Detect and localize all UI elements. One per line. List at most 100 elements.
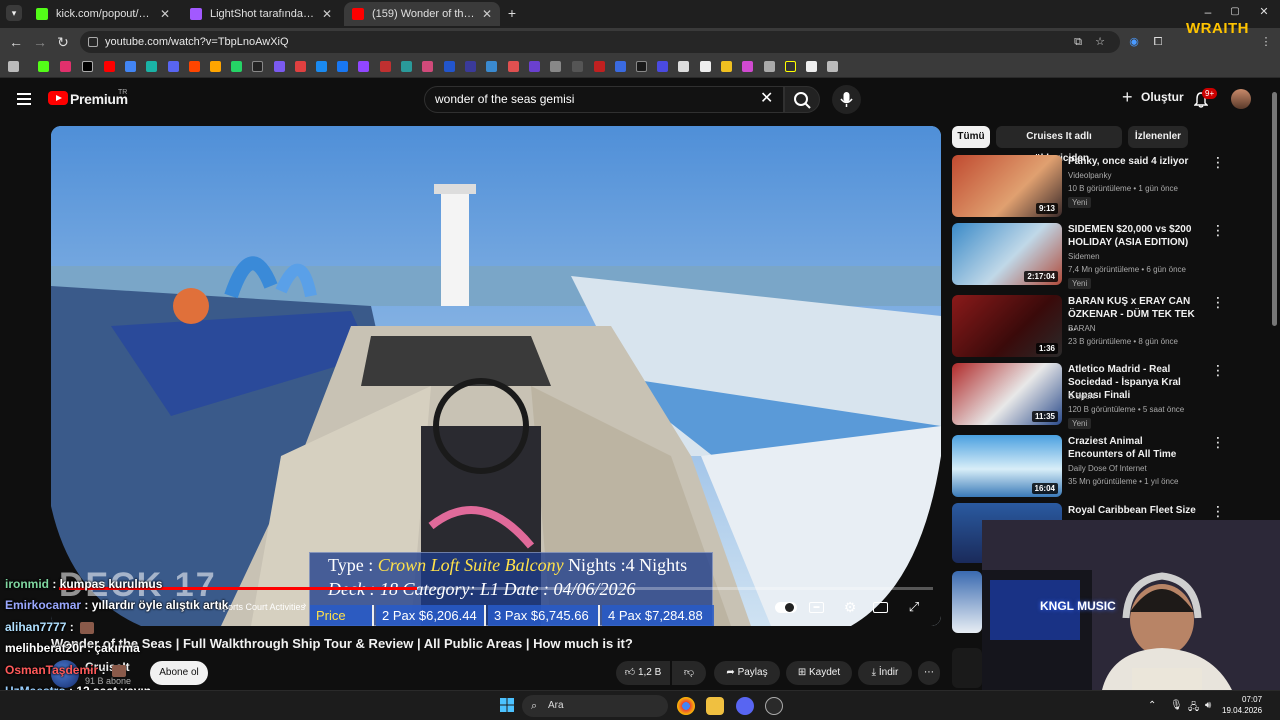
- bookmark-whatsapp-icon[interactable]: [231, 61, 242, 72]
- like-button[interactable]: 👍︎ 1,2 B: [616, 661, 670, 685]
- recommendation-channel[interactable]: Videolpanky: [1068, 171, 1111, 180]
- new-tab-icon[interactable]: +: [504, 5, 520, 21]
- tab-youtube[interactable]: (159) Wonder of the Seas | Full... ✕: [344, 2, 500, 26]
- more-actions-icon[interactable]: ⋯: [918, 661, 940, 685]
- extensions-puzzle-icon[interactable]: ⧠: [1151, 35, 1165, 49]
- chip-all[interactable]: Tümü: [952, 126, 990, 148]
- extension-shield-icon[interactable]: ◉: [1127, 35, 1141, 49]
- autoplay-toggle[interactable]: [775, 602, 797, 613]
- site-info-icon[interactable]: [88, 37, 98, 47]
- bookmark-icon[interactable]: [827, 61, 838, 72]
- show-hidden-icons[interactable]: ⌃: [1148, 700, 1156, 711]
- create-button[interactable]: Oluştur: [1141, 90, 1184, 104]
- windows-start-icon[interactable]: [500, 698, 514, 712]
- bookmark-icon[interactable]: [422, 61, 433, 72]
- recommendation-channel[interactable]: BARAN: [1068, 324, 1096, 333]
- bookmark-icon[interactable]: [316, 61, 327, 72]
- chrome-taskbar-icon[interactable]: [677, 697, 695, 715]
- bookmark-x-icon[interactable]: [82, 61, 93, 72]
- bookmark-icon[interactable]: [550, 61, 561, 72]
- apps-grid-icon[interactable]: [8, 61, 19, 72]
- taskbar-search[interactable]: ⌕ Ara: [522, 695, 668, 717]
- save-button[interactable]: ⊞ Kaydet: [786, 661, 852, 685]
- subtitles-icon[interactable]: ▬: [809, 602, 824, 613]
- bookmark-icon[interactable]: [572, 61, 583, 72]
- close-window-icon[interactable]: ✕: [1256, 4, 1272, 20]
- recommendation-channel[interactable]: Sidemen: [1068, 252, 1100, 261]
- bookmark-icon[interactable]: [380, 61, 391, 72]
- volume-icon[interactable]: 🔊︎: [1205, 700, 1211, 711]
- page-scrollbar[interactable]: [1272, 92, 1277, 326]
- more-options-icon[interactable]: ⋮: [1211, 294, 1225, 311]
- recommendation-thumbnail[interactable]: [952, 571, 982, 633]
- reload-icon[interactable]: ↻: [55, 34, 71, 50]
- more-options-icon[interactable]: ⋮: [1211, 434, 1225, 451]
- close-tab-icon[interactable]: ✕: [482, 7, 492, 21]
- recommendation-channel[interactable]: Daily Dose Of Internet: [1068, 464, 1147, 473]
- close-tab-icon[interactable]: ✕: [322, 7, 332, 21]
- recommendation-thumbnail[interactable]: 9:13: [952, 155, 1062, 217]
- bookmark-icon[interactable]: [146, 61, 157, 72]
- chevron-right-icon[interactable]: ›: [303, 600, 306, 611]
- video-player[interactable]: DECK 17 Type : Crown Loft Suite Balcony …: [51, 126, 941, 626]
- bookmark-twitch-icon[interactable]: [358, 61, 369, 72]
- bookmark-icon[interactable]: [615, 61, 626, 72]
- bookmark-icon[interactable]: [465, 61, 476, 72]
- voice-search-button[interactable]: [832, 85, 861, 114]
- bookmark-google-icon[interactable]: [125, 61, 136, 72]
- bookmark-icon[interactable]: [168, 61, 179, 72]
- clear-search-icon[interactable]: ✕: [760, 88, 773, 108]
- maximize-window-icon[interactable]: ▢: [1227, 4, 1243, 20]
- bookmark-icon[interactable]: [529, 61, 540, 72]
- settings-gear-icon[interactable]: ⚙: [841, 600, 859, 614]
- tab-search-button[interactable]: ▾: [6, 5, 22, 21]
- discord-taskbar-icon[interactable]: [736, 697, 754, 715]
- recommendation-channel[interactable]: S Sport: [1068, 392, 1095, 401]
- bookmark-icon[interactable]: [594, 61, 605, 72]
- bookmark-icon[interactable]: [636, 61, 647, 72]
- account-avatar[interactable]: [1231, 89, 1251, 109]
- microphone-tray-icon[interactable]: 🎙︎: [1170, 700, 1183, 711]
- bookmark-icon[interactable]: [486, 61, 497, 72]
- bookmark-icon[interactable]: [700, 61, 711, 72]
- recommendation-thumbnail[interactable]: 16:04: [952, 435, 1062, 497]
- back-icon[interactable]: ←: [8, 34, 24, 50]
- recommendation-thumbnail[interactable]: 11:35: [952, 363, 1062, 425]
- download-button[interactable]: ⤓ İndir: [858, 661, 912, 685]
- bookmark-icon[interactable]: [806, 61, 817, 72]
- chapter-title[interactable]: Sports Court Activities: [217, 602, 305, 612]
- bookmark-facebook-icon[interactable]: [337, 61, 348, 72]
- more-options-icon[interactable]: ⋮: [1211, 362, 1225, 379]
- install-app-icon[interactable]: ⧉: [1071, 35, 1085, 49]
- bookmark-icon[interactable]: [657, 61, 668, 72]
- chip-from-uploader[interactable]: Cruises It adlı yükleyiciden: [996, 126, 1122, 164]
- more-options-icon[interactable]: ⋮: [1211, 154, 1225, 171]
- bookmark-youtube-icon[interactable]: [104, 61, 115, 72]
- bookmark-star-icon[interactable]: ☆: [1093, 35, 1107, 49]
- recommendation-thumbnail[interactable]: [952, 648, 982, 688]
- subscribe-button[interactable]: Abone ol: [150, 661, 208, 685]
- bookmark-icon[interactable]: [764, 61, 775, 72]
- address-bar[interactable]: youtube.com/watch?v=TbpLnoAwXiQ: [80, 31, 1120, 53]
- file-explorer-icon[interactable]: [706, 697, 724, 715]
- more-options-icon[interactable]: ⋮: [1211, 503, 1225, 520]
- system-clock[interactable]: 07:07 19.04.2026: [1222, 694, 1262, 716]
- browser-menu-icon[interactable]: ⋮: [1259, 35, 1273, 49]
- bookmark-icon[interactable]: [721, 61, 732, 72]
- bookmark-icon[interactable]: [742, 61, 753, 72]
- bookmark-reddit-icon[interactable]: [189, 61, 200, 72]
- network-icon[interactable]: 🖧: [1188, 700, 1199, 717]
- bookmark-icon[interactable]: [210, 61, 221, 72]
- progress-bar[interactable]: [59, 587, 933, 590]
- recommendation-title[interactable]: Panky, once said 4 izliyor: [1068, 155, 1198, 168]
- bookmark-icon[interactable]: [508, 61, 519, 72]
- search-button[interactable]: [784, 86, 820, 113]
- recommendation-title[interactable]: Craziest Animal Encounters of All Time: [1068, 435, 1198, 461]
- share-button[interactable]: ➦ Paylaş: [714, 661, 780, 685]
- bookmark-icon[interactable]: [678, 61, 689, 72]
- tab-kick-chat[interactable]: kick.com/popout/eray/chat ✕: [28, 2, 178, 26]
- bookmark-icon[interactable]: [444, 61, 455, 72]
- tab-lightshot[interactable]: LightShot tarafından Ekran Gör... ✕: [182, 2, 340, 26]
- close-tab-icon[interactable]: ✕: [160, 7, 170, 21]
- miniplayer-icon[interactable]: [873, 602, 888, 613]
